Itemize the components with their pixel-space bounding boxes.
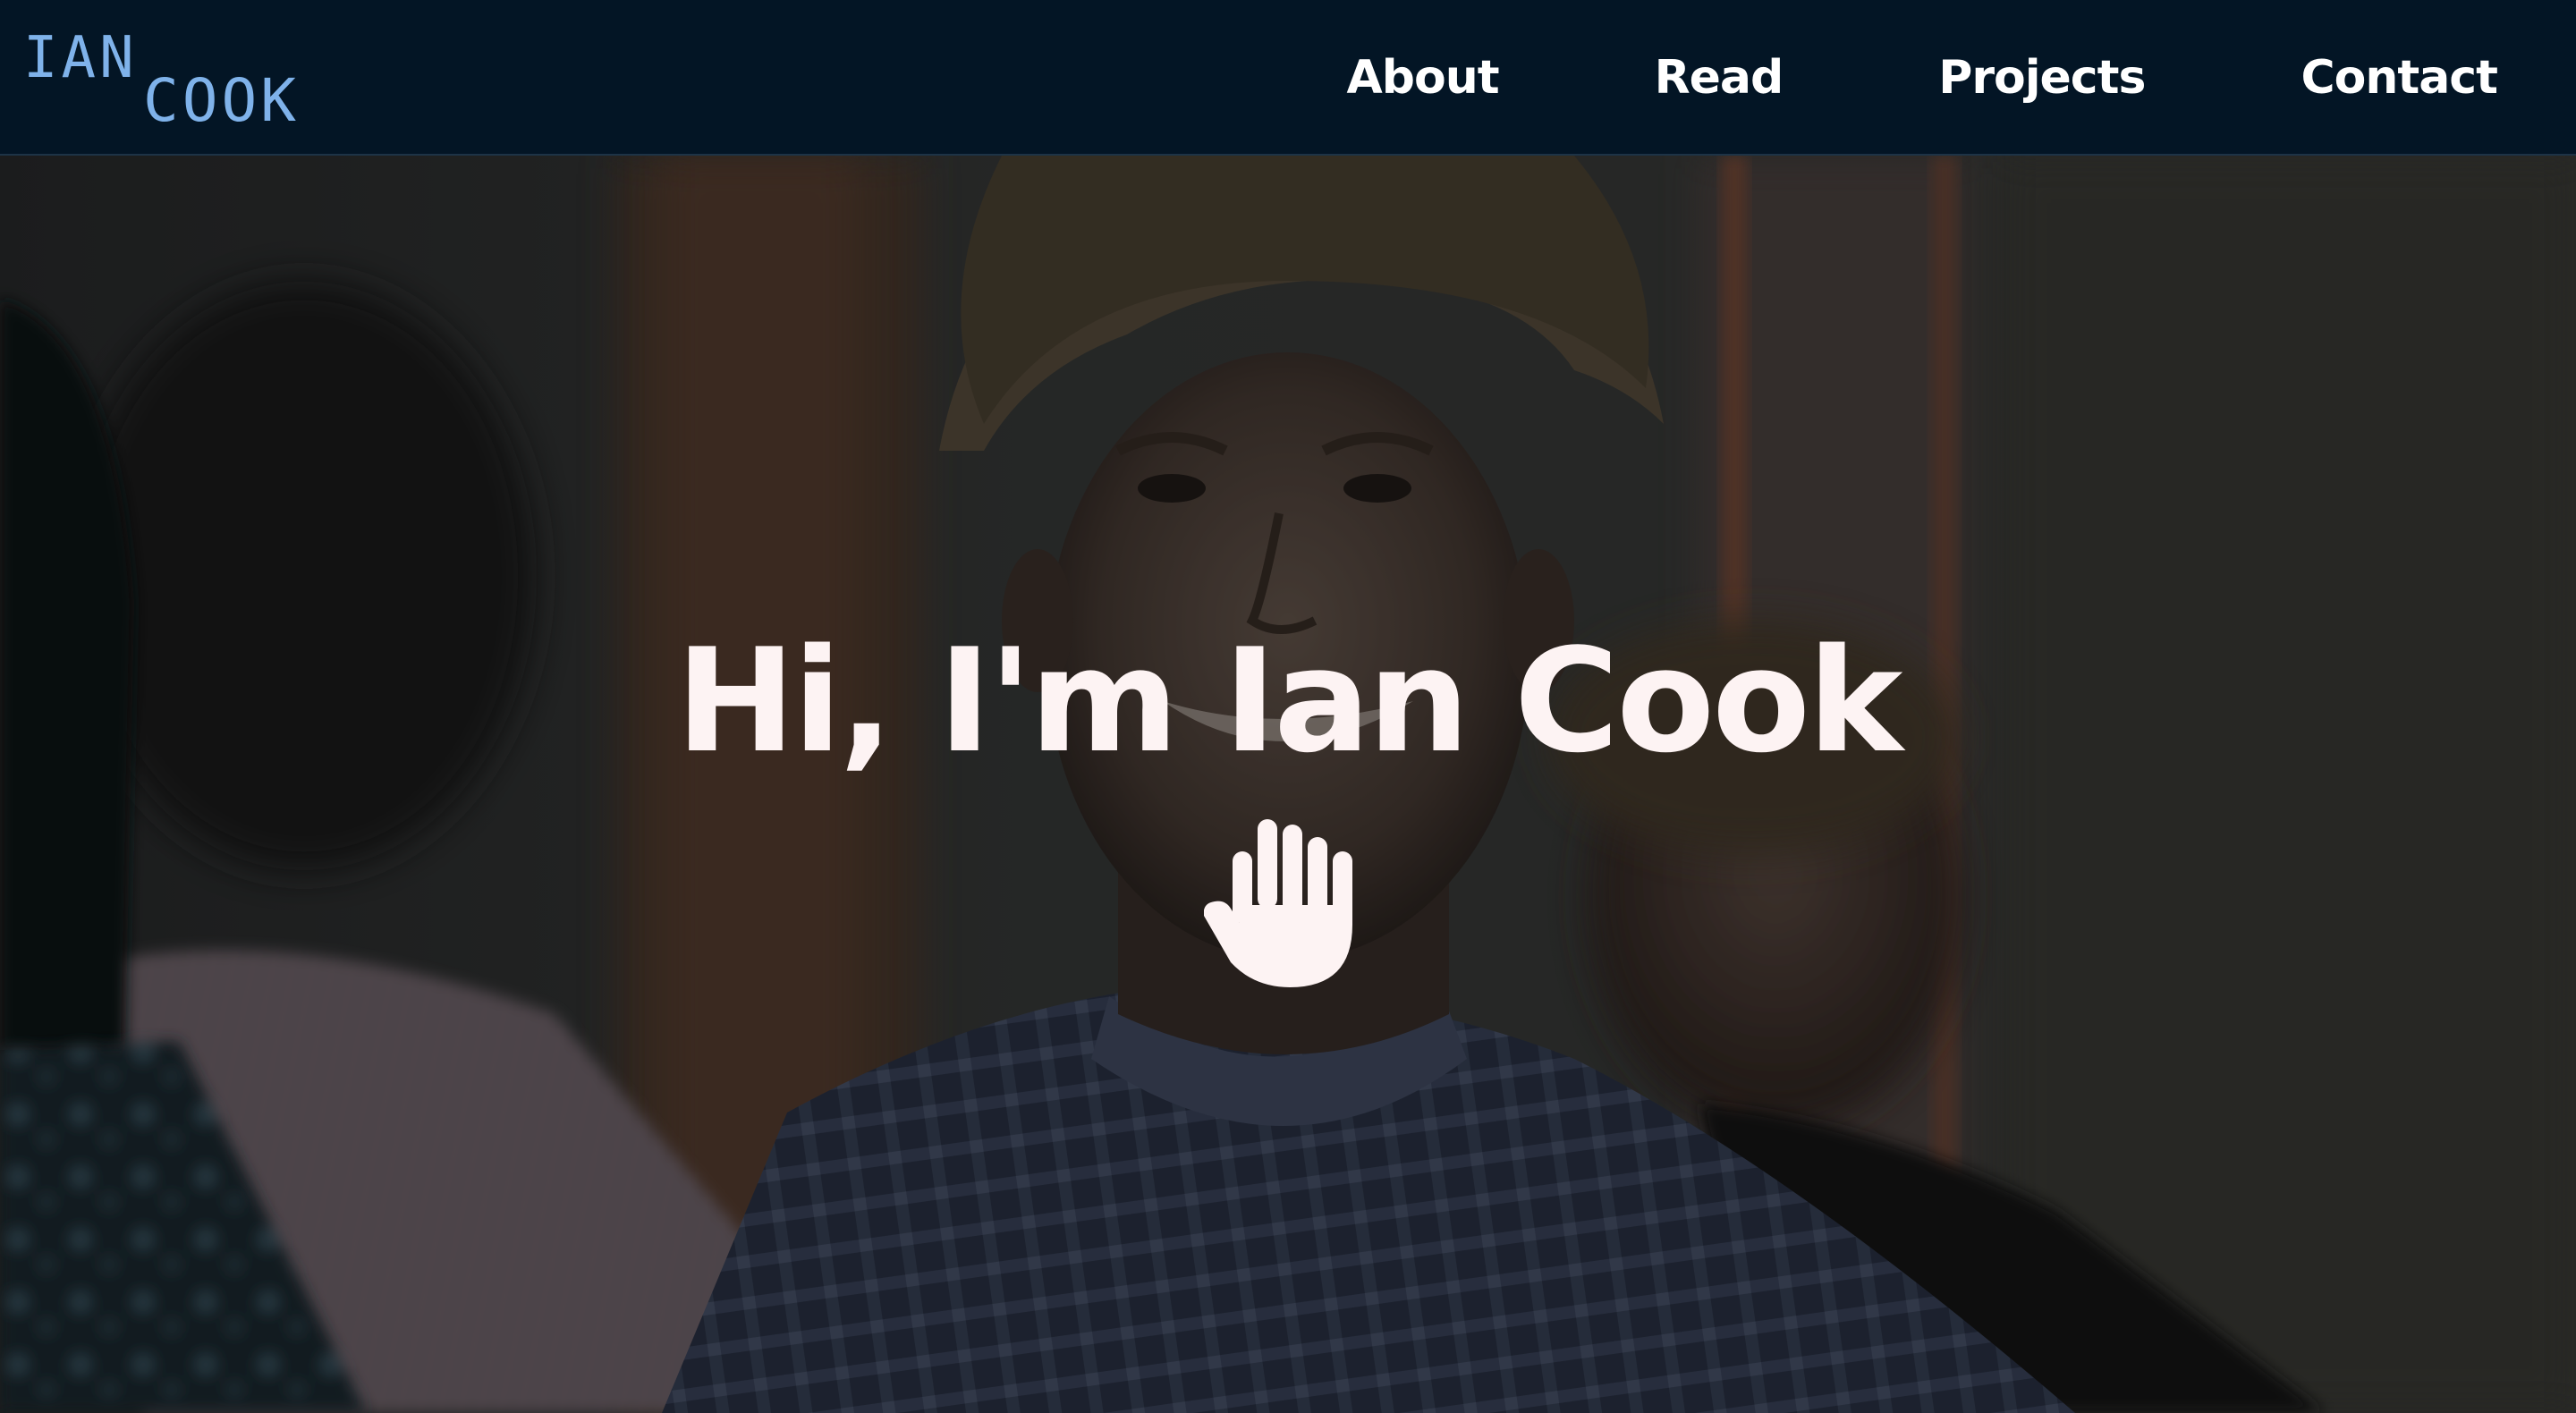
- nav-link-projects[interactable]: Projects: [1938, 55, 2146, 101]
- page: IAN COOK About Read Projects Contact Hi,…: [0, 0, 2576, 1413]
- site-logo[interactable]: IAN COOK: [23, 20, 309, 136]
- logo-first-name: IAN: [23, 25, 138, 91]
- logo-last-name: COOK: [143, 66, 300, 135]
- navbar: IAN COOK About Read Projects Contact: [0, 0, 2576, 156]
- hero-section: Hi, I'm Ian Cook: [0, 156, 2576, 1413]
- hero-dark-overlay: [0, 156, 2576, 1413]
- raised-hand-icon: [1204, 819, 1352, 987]
- main-nav: About Read Projects Contact: [1347, 0, 2498, 156]
- nav-link-contact[interactable]: Contact: [2301, 55, 2498, 101]
- hero-content: Hi, I'm Ian Cook: [0, 630, 2576, 773]
- nav-link-read[interactable]: Read: [1655, 55, 1784, 101]
- nav-link-about[interactable]: About: [1347, 55, 1500, 101]
- hero-title: Hi, I'm Ian Cook: [675, 617, 1903, 784]
